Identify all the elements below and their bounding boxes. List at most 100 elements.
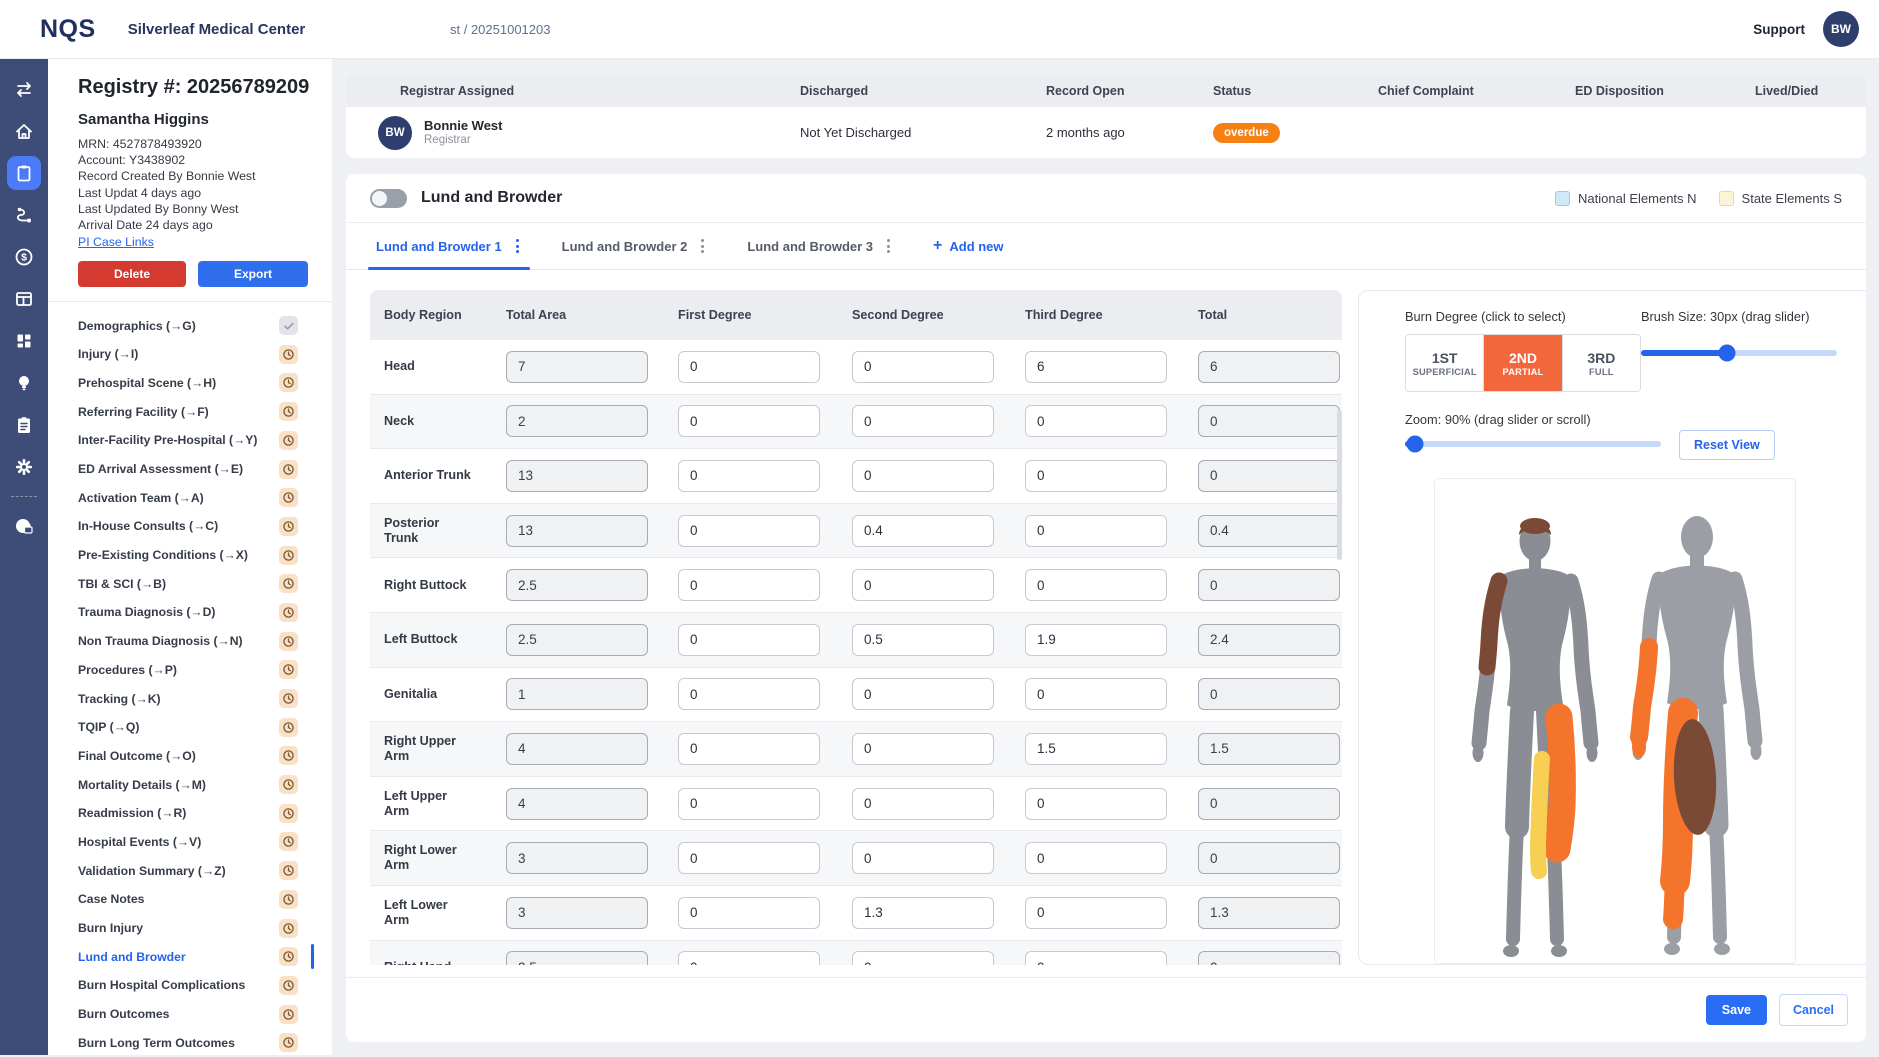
right-lower-arm-second-input[interactable] [852,842,994,874]
sidebar-item-prehospital-scene-h[interactable]: Prehospital Scene (→H) [78,369,332,398]
degree-button-3rd[interactable]: 3RDFULL [1563,335,1640,391]
head-third-input[interactable] [1025,351,1167,383]
right-lower-arm-first-input[interactable] [678,842,820,874]
rail-item-tasks[interactable] [7,408,41,442]
sidebar-item-burn-hospital-complications[interactable]: Burn Hospital Complications [78,971,332,1000]
sidebar-item-lund-and-browder[interactable]: Lund and Browder [78,942,332,971]
right-hand-second-input[interactable] [852,951,994,965]
pi-case-links[interactable]: PI Case Links [78,235,154,249]
sidebar-item-burn-outcomes[interactable]: Burn Outcomes [78,1000,332,1029]
rail-item-billing-dollar[interactable]: $ [7,240,41,274]
zoom-slider[interactable] [1405,441,1661,447]
anterior-trunk-second-input[interactable] [852,460,994,492]
rail-item-settings-gear[interactable] [7,450,41,484]
rail-item-home[interactable] [7,114,41,148]
neck-second-input[interactable] [852,405,994,437]
tab-menu-dots-icon[interactable] [884,236,893,256]
zoom-slider-thumb[interactable] [1407,436,1424,453]
tab-menu-dots-icon[interactable] [698,236,707,256]
sidebar-item-readmission-r[interactable]: Readmission (→R) [78,799,332,828]
left-upper-arm-third-input[interactable] [1025,788,1167,820]
right-hand-third-input[interactable] [1025,951,1167,965]
degree-button-2nd[interactable]: 2NDPARTIAL [1484,335,1562,391]
posterior-trunk-third-input[interactable] [1025,515,1167,547]
right-upper-arm-third-input[interactable] [1025,733,1167,765]
body-diagram[interactable] [1434,478,1796,964]
lund-browder-toggle[interactable] [370,189,407,208]
neck-third-input[interactable] [1025,405,1167,437]
genitalia-first-input[interactable] [678,678,820,710]
user-avatar[interactable]: BW [1823,11,1859,47]
brush-slider-thumb[interactable] [1719,345,1736,362]
sidebar-item-in-house-consults-c[interactable]: In-House Consults (→C) [78,512,332,541]
neck-first-input[interactable] [678,405,820,437]
genitalia-second-input[interactable] [852,678,994,710]
sidebar-item-mortality-details-m[interactable]: Mortality Details (→M) [78,770,332,799]
right-lower-arm-third-input[interactable] [1025,842,1167,874]
sidebar-item-burn-injury[interactable]: Burn Injury [78,914,332,943]
left-buttock-second-input[interactable] [852,624,994,656]
sidebar-item-referring-facility-f[interactable]: Referring Facility (→F) [78,397,332,426]
legend-checkbox[interactable] [1555,191,1570,206]
degree-button-1st[interactable]: 1STSUPERFICIAL [1406,335,1484,391]
right-hand-first-input[interactable] [678,951,820,965]
posterior-trunk-second-input[interactable] [852,515,994,547]
tab-lund-and-browder-3[interactable]: Lund and Browder 3 [741,223,899,269]
rail-item-account-lock[interactable] [7,509,41,543]
reset-view-button[interactable]: Reset View [1679,430,1775,460]
cancel-button[interactable]: Cancel [1779,994,1848,1026]
sidebar-item-injury-i[interactable]: Injury (→I) [78,340,332,369]
anterior-trunk-third-input[interactable] [1025,460,1167,492]
tab-lund-and-browder-2[interactable]: Lund and Browder 2 [556,223,714,269]
sidebar-item-activation-team-a[interactable]: Activation Team (→A) [78,483,332,512]
head-first-input[interactable] [678,351,820,383]
sidebar-item-procedures-p[interactable]: Procedures (→P) [78,655,332,684]
rail-item-clipboard[interactable] [7,156,41,190]
rail-item-idea-bulb[interactable] [7,366,41,400]
sidebar-item-tbi-sci-b[interactable]: TBI & SCI (→B) [78,569,332,598]
genitalia-third-input[interactable] [1025,678,1167,710]
save-button[interactable]: Save [1706,995,1767,1025]
right-buttock-first-input[interactable] [678,569,820,601]
sidebar-item-inter-facility-pre-hospital-y[interactable]: Inter-Facility Pre-Hospital (→Y) [78,426,332,455]
brush-size-slider[interactable] [1641,350,1837,356]
sidebar-item-case-notes[interactable]: Case Notes [78,885,332,914]
table-scrollbar[interactable] [1337,410,1342,560]
left-upper-arm-second-input[interactable] [852,788,994,820]
support-link[interactable]: Support [1753,22,1805,37]
delete-button[interactable]: Delete [78,261,186,287]
left-lower-arm-second-input[interactable] [852,897,994,929]
sidebar-item-final-outcome-o[interactable]: Final Outcome (→O) [78,742,332,771]
legend-checkbox[interactable] [1719,191,1734,206]
left-lower-arm-first-input[interactable] [678,897,820,929]
sidebar-item-ed-arrival-assessment-e[interactable]: ED Arrival Assessment (→E) [78,455,332,484]
right-upper-arm-first-input[interactable] [678,733,820,765]
sidebar-item-pre-existing-conditions-x[interactable]: Pre-Existing Conditions (→X) [78,541,332,570]
sidebar-item-hospital-events-v[interactable]: Hospital Events (→V) [78,828,332,857]
left-buttock-third-input[interactable] [1025,624,1167,656]
tab-lund-and-browder-1[interactable]: Lund and Browder 1 [370,223,528,269]
sidebar-item-non-trauma-diagnosis-n[interactable]: Non Trauma Diagnosis (→N) [78,627,332,656]
anterior-trunk-first-input[interactable] [678,460,820,492]
posterior-trunk-first-input[interactable] [678,515,820,547]
left-lower-arm-third-input[interactable] [1025,897,1167,929]
sidebar-item-validation-summary-z[interactable]: Validation Summary (→Z) [78,856,332,885]
tab-menu-dots-icon[interactable] [513,236,522,256]
sidebar-item-trauma-diagnosis-d[interactable]: Trauma Diagnosis (→D) [78,598,332,627]
left-upper-arm-first-input[interactable] [678,788,820,820]
right-buttock-third-input[interactable] [1025,569,1167,601]
export-button[interactable]: Export [198,261,308,287]
sidebar-item-demographics-g[interactable]: Demographics (→G) [78,311,332,340]
right-upper-arm-second-input[interactable] [852,733,994,765]
sidebar-item-tqip-q[interactable]: TQIP (→Q) [78,713,332,742]
sidebar-item-tracking-k[interactable]: Tracking (→K) [78,684,332,713]
sidebar-item-burn-long-term-outcomes[interactable]: Burn Long Term Outcomes [78,1028,332,1057]
rail-item-summary-card[interactable] [7,282,41,316]
add-new-tab-button[interactable]: +Add new [927,223,1010,269]
head-second-input[interactable] [852,351,994,383]
rail-item-route[interactable] [7,198,41,232]
rail-item-transfer-arrows[interactable] [7,72,41,106]
right-buttock-second-input[interactable] [852,569,994,601]
left-buttock-first-input[interactable] [678,624,820,656]
rail-item-dashboard[interactable] [7,324,41,358]
